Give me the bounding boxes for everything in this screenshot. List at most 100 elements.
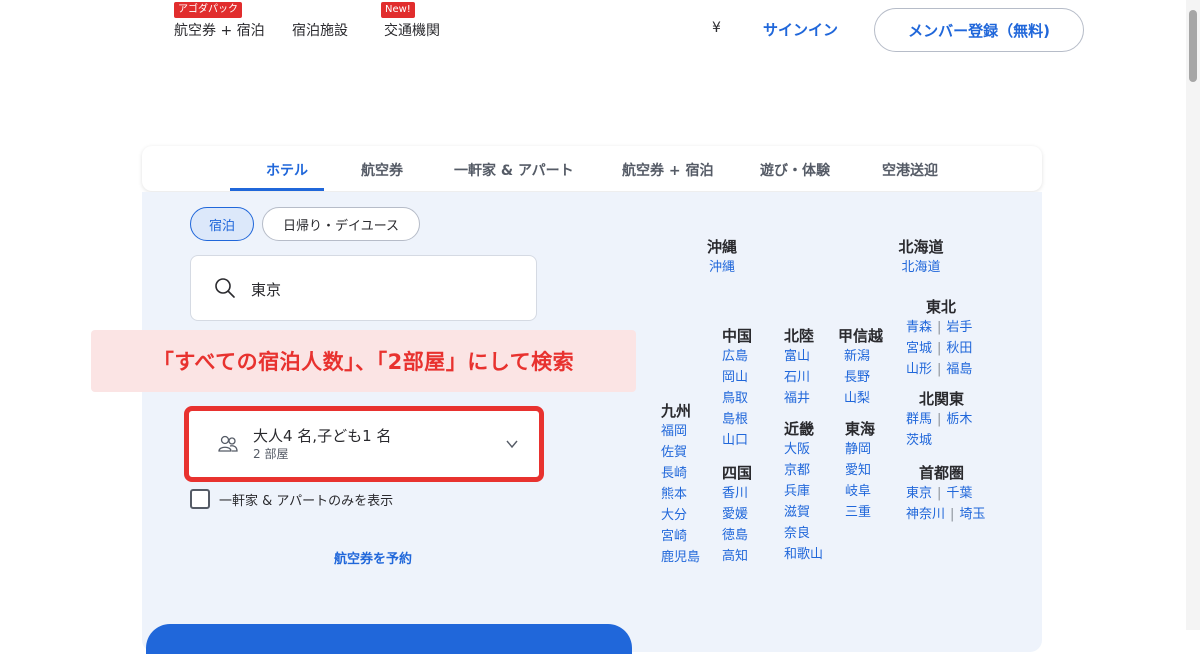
pref-link[interactable]: 熊本 — [661, 484, 700, 505]
pref-link[interactable]: 兵庫 — [784, 481, 823, 502]
tab-airport-transfer[interactable]: 空港送迎 — [882, 160, 938, 180]
pref-link[interactable]: 岡山 — [722, 367, 752, 388]
homes-only-filter[interactable]: 一軒家 & アパートのみを表示 — [190, 489, 393, 509]
tab-flights[interactable]: 航空券 — [361, 160, 403, 180]
divider: | — [937, 362, 942, 377]
pref-link[interactable]: 岐阜 — [845, 481, 875, 502]
region-okinawa: 沖縄 沖縄 — [687, 236, 757, 278]
region-title: 東北 — [926, 298, 957, 316]
pref-link[interactable]: 鳥取 — [722, 388, 752, 409]
page-scrollbar[interactable] — [1186, 0, 1200, 630]
pref-link[interactable]: 香川 — [722, 483, 752, 504]
divider: | — [937, 412, 942, 427]
pref-link[interactable]: 長崎 — [661, 463, 700, 484]
pref-link[interactable]: 京都 — [784, 460, 823, 481]
pref-link[interactable]: 広島 — [722, 346, 752, 367]
search-icon — [215, 278, 235, 298]
pref-link[interactable]: 愛媛 — [722, 504, 752, 525]
chevron-down-icon — [506, 440, 518, 449]
region-kyushu: 九州 福岡 佐賀 長崎 熊本 大分 宮崎 鹿児島 — [661, 400, 700, 568]
pref-link[interactable]: 奈良 — [784, 523, 823, 544]
pref-link[interactable]: 岩手 — [946, 317, 972, 338]
pref-link[interactable]: 秋田 — [946, 338, 972, 359]
pref-link[interactable]: 北海道 — [886, 257, 956, 278]
pref-link[interactable]: 群馬 — [906, 409, 932, 430]
pref-link[interactable]: 静岡 — [845, 439, 875, 460]
pref-link[interactable]: 山形 — [906, 359, 932, 380]
pref-link[interactable]: 青森 — [906, 317, 932, 338]
pref-link[interactable]: 千葉 — [946, 483, 972, 504]
pref-link[interactable]: 長野 — [844, 367, 883, 388]
pref-link[interactable]: 佐賀 — [661, 442, 700, 463]
nav-accommodation[interactable]: 宿泊施設 — [292, 20, 348, 40]
pref-link[interactable]: 山口 — [722, 430, 752, 451]
region-title: 北陸 — [784, 327, 815, 345]
region-hokkaido: 北海道 北海道 — [886, 236, 956, 278]
book-flight-link[interactable]: 航空券を予約 — [334, 548, 412, 567]
search-button[interactable] — [146, 624, 632, 654]
region-shutoken: 首都圏 東京 | 千葉 神奈川 | 埼玉 — [906, 462, 985, 525]
pref-link[interactable]: 福島 — [946, 359, 972, 380]
guest-room-selector[interactable]: 大人4 名,子ども1 名 2 部屋 — [184, 406, 544, 482]
register-button[interactable]: メンバー登録（無料) — [874, 8, 1084, 52]
pref-link[interactable]: 埼玉 — [959, 504, 985, 525]
pref-link[interactable]: 鹿児島 — [661, 547, 700, 568]
search-panel: 宿泊 日帰り・デイユース 東京 大人4 名,子ども1 名 2 部屋 一軒家 & … — [142, 192, 1042, 654]
homes-only-label: 一軒家 & アパートのみを表示 — [219, 493, 394, 509]
pref-link[interactable]: 福井 — [784, 388, 814, 409]
active-tab-indicator — [230, 188, 324, 191]
region-title: 九州 — [661, 402, 692, 420]
region-shikoku: 四国 香川 愛媛 徳島 高知 — [722, 462, 752, 567]
tab-hotel[interactable]: ホテル — [266, 160, 308, 180]
currency-selector[interactable]: ¥ — [712, 20, 721, 36]
region-hokuriku: 北陸 富山 石川 福井 — [784, 325, 814, 409]
overnight-chip[interactable]: 宿泊 — [190, 207, 254, 241]
instruction-banner: 「すべての宿泊人数」、「2部屋」にして検索 — [91, 330, 636, 392]
pref-link[interactable]: 島根 — [722, 409, 752, 430]
region-title: 近畿 — [784, 420, 815, 438]
pref-link[interactable]: 三重 — [845, 502, 875, 523]
region-tokai: 東海 静岡 愛知 岐阜 三重 — [845, 418, 875, 523]
pref-link[interactable]: 和歌山 — [784, 544, 823, 565]
users-icon — [218, 435, 238, 452]
top-navigation: アゴダパック 航空券 + 宿泊 宿泊施設 New! 交通機関 ¥ サインイン メ… — [0, 0, 1200, 58]
tab-homes[interactable]: 一軒家 & アパート — [454, 160, 574, 180]
pref-link[interactable]: 高知 — [722, 546, 752, 567]
pref-link[interactable]: 愛知 — [845, 460, 875, 481]
nav-transport[interactable]: 交通機関 — [384, 20, 440, 40]
pref-link[interactable]: 沖縄 — [687, 257, 757, 278]
dayuse-chip[interactable]: 日帰り・デイユース — [262, 207, 420, 241]
divider: | — [937, 341, 942, 356]
instruction-text: 「すべての宿泊人数」、「2部屋」にして検索 — [152, 350, 575, 374]
region-title: 北海道 — [898, 238, 944, 256]
tab-activities[interactable]: 遊び・体験 — [760, 160, 830, 180]
pref-link[interactable]: 神奈川 — [906, 504, 945, 525]
region-kitakanto: 北関東 群馬 | 栃木 茨城 — [906, 388, 972, 451]
destination-search[interactable]: 東京 — [190, 255, 537, 321]
pref-link[interactable]: 東京 — [906, 483, 932, 504]
pref-link[interactable]: 富山 — [784, 346, 814, 367]
pref-link[interactable]: 滋賀 — [784, 502, 823, 523]
search-input[interactable]: 東京 — [251, 279, 281, 300]
tab-flight-hotel[interactable]: 航空券 + 宿泊 — [622, 160, 713, 180]
pref-link[interactable]: 大分 — [661, 505, 700, 526]
scrollbar-thumb[interactable] — [1189, 10, 1197, 82]
pref-link[interactable]: 山梨 — [844, 388, 883, 409]
region-kinki: 近畿 大阪 京都 兵庫 滋賀 奈良 和歌山 — [784, 418, 823, 565]
signin-link[interactable]: サインイン — [763, 19, 838, 40]
region-title: 甲信越 — [838, 327, 884, 345]
pref-link[interactable]: 新潟 — [844, 346, 883, 367]
pref-link[interactable]: 宮城 — [906, 338, 932, 359]
region-tohoku: 東北 青森 | 岩手 宮城 | 秋田 山形 | 福島 — [906, 296, 972, 380]
pref-link[interactable]: 福岡 — [661, 421, 700, 442]
pref-link[interactable]: 徳島 — [722, 525, 752, 546]
pref-link[interactable]: 宮崎 — [661, 526, 700, 547]
nav-flight-hotel[interactable]: 航空券 + 宿泊 — [174, 20, 265, 40]
region-title: 沖縄 — [706, 238, 737, 256]
pref-link[interactable]: 大阪 — [784, 439, 823, 460]
homes-only-checkbox[interactable] — [190, 489, 210, 509]
product-tabs: ホテル 航空券 一軒家 & アパート 航空券 + 宿泊 遊び・体験 空港送迎 — [142, 146, 1042, 191]
pref-link[interactable]: 茨城 — [906, 430, 932, 451]
pref-link[interactable]: 栃木 — [946, 409, 972, 430]
pref-link[interactable]: 石川 — [784, 367, 814, 388]
